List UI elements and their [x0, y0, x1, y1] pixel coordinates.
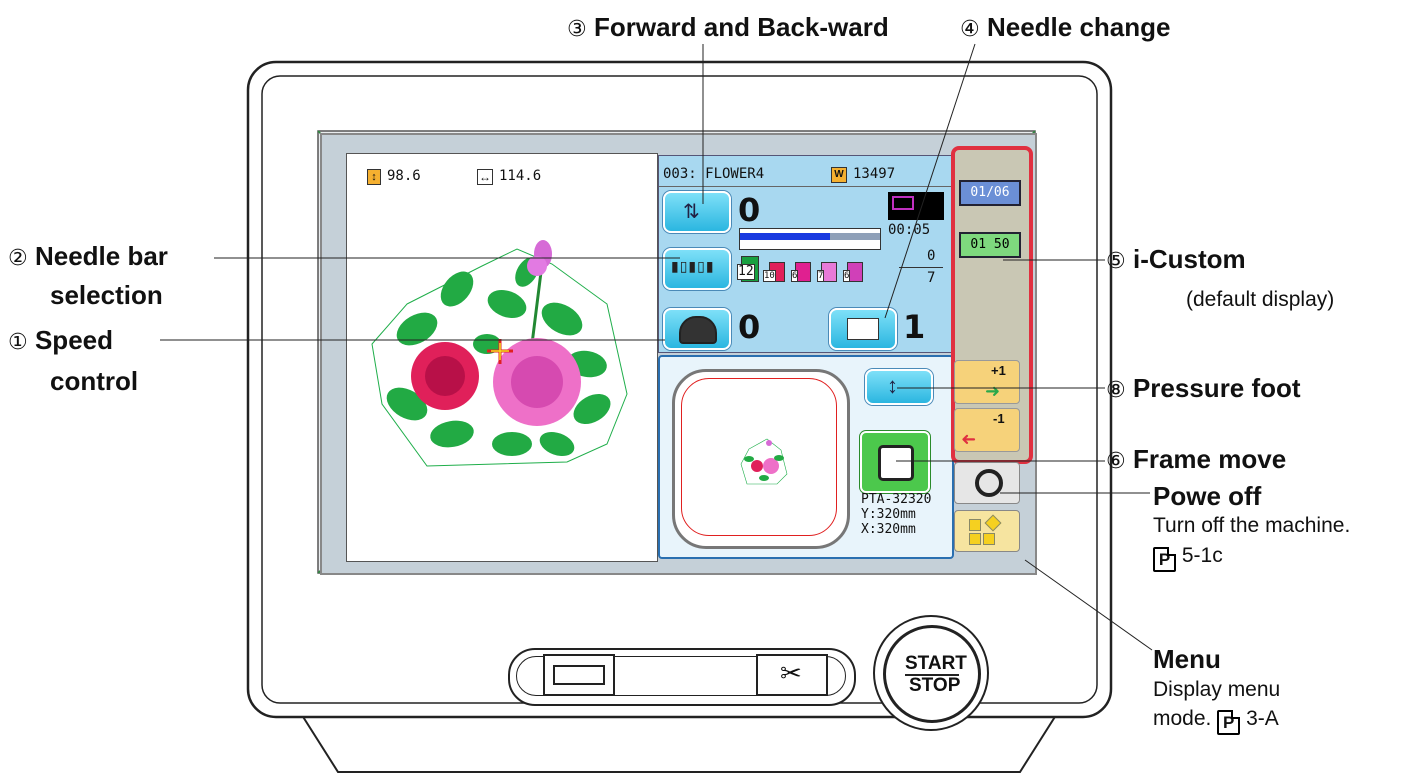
- label-icustom-text: i-Custom: [1132, 244, 1246, 274]
- label-power-desc: Turn off the machine.: [1153, 514, 1351, 537]
- label-icustom: ⑤ i-Custom: [1106, 244, 1246, 277]
- label-needle-bar: ② Needle bar: [8, 241, 168, 274]
- label-power-title: Powe off: [1153, 481, 1262, 511]
- page-ref-icon: P: [1153, 547, 1176, 572]
- label-frame-text: Frame move: [1132, 444, 1287, 474]
- label-menu-title: Menu: [1153, 644, 1221, 674]
- label-menu-row2: mode. P 3-A: [1153, 706, 1279, 735]
- label-speed-num: ①: [8, 330, 28, 355]
- label-menu-ref: 3-A: [1246, 707, 1279, 730]
- label-frame-num: ⑥: [1106, 449, 1126, 474]
- label-forward-text: Forward and Back-ward: [593, 12, 889, 42]
- label-menu-desc1: Display menu: [1153, 678, 1281, 701]
- label-forward-num: ③: [567, 17, 587, 42]
- label-needle-change: ④ Needle change: [960, 12, 1170, 45]
- label-pressure-text: Pressure foot: [1132, 373, 1301, 403]
- label-forward-back: ③ Forward and Back-ward: [567, 12, 889, 45]
- label-pressure-foot: ⑧ Pressure foot: [1106, 373, 1301, 406]
- label-needle-bar-line1: Needle bar: [34, 241, 168, 271]
- label-frame-move: ⑥ Frame move: [1106, 444, 1286, 477]
- label-speed-line2: control: [50, 366, 139, 396]
- label-menu-desc2: mode.: [1153, 707, 1212, 730]
- label-speed-line1: Speed: [34, 325, 113, 355]
- label-needle-bar-num: ②: [8, 246, 28, 271]
- label-needle-change-text: Needle change: [986, 12, 1171, 42]
- page-ref-icon-2: P: [1217, 710, 1241, 735]
- label-icustom-sub: (default display): [1186, 288, 1335, 311]
- label-power-ref: 5-1c: [1181, 544, 1223, 567]
- label-speed: ① Speed: [8, 325, 113, 358]
- label-needle-bar-line2: selection: [50, 280, 163, 310]
- label-pressure-num: ⑧: [1106, 378, 1126, 403]
- label-icustom-num: ⑤: [1106, 249, 1126, 274]
- label-needle-change-num: ④: [960, 17, 980, 42]
- label-power-ref-row: P 5-1c: [1153, 543, 1223, 572]
